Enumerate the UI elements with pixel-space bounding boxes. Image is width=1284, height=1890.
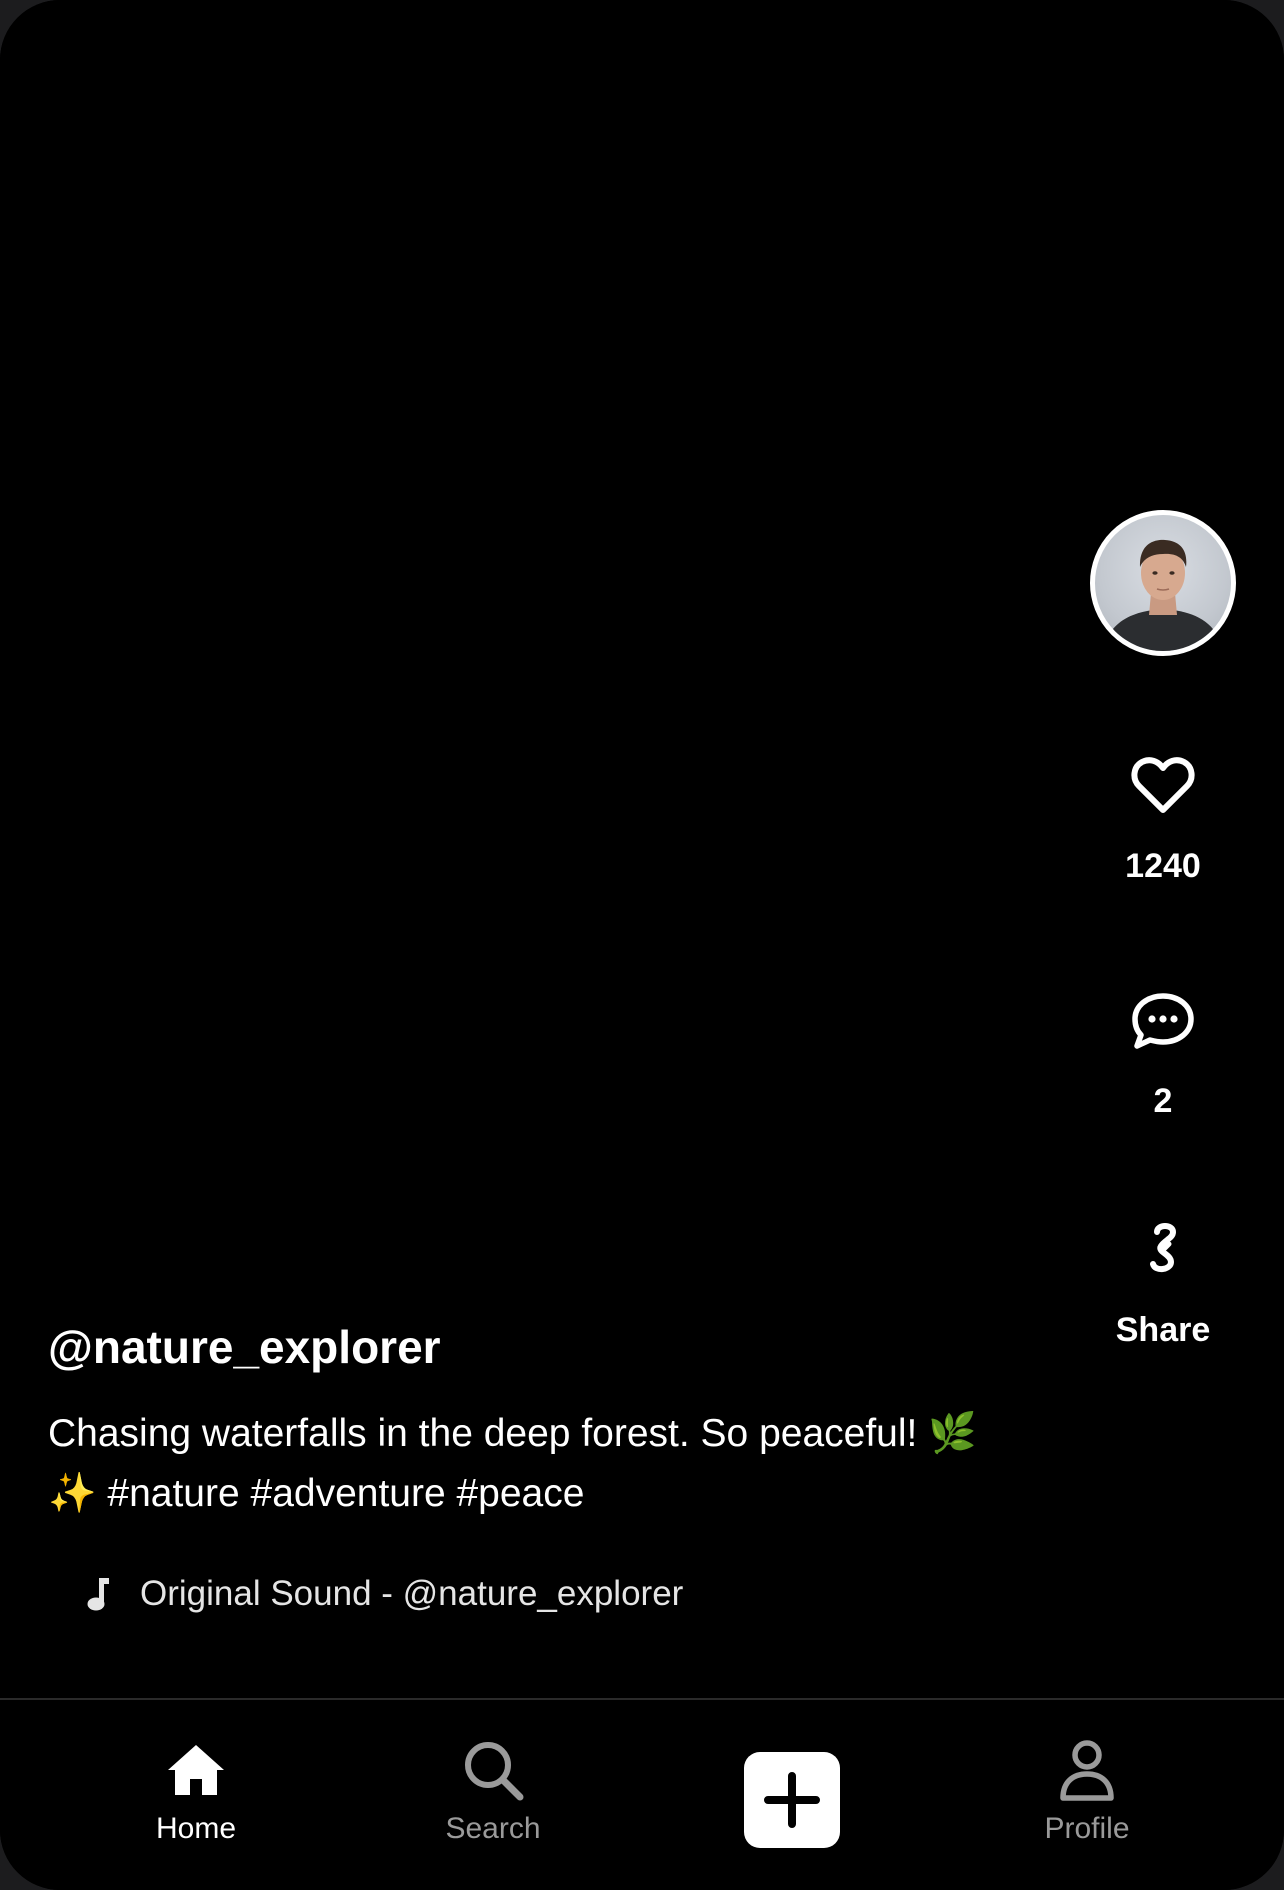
nav-profile-label: Profile	[1044, 1812, 1130, 1845]
music-note-icon	[76, 1576, 120, 1612]
nav-home-label: Home	[155, 1812, 237, 1845]
user-icon	[1055, 1738, 1119, 1802]
share-button[interactable]: Share	[1115, 1215, 1211, 1350]
like-count: 1240	[1125, 847, 1201, 885]
post-description: Chasing waterfalls in the deep forest. S…	[48, 1412, 977, 1515]
share-label: Share	[1115, 1311, 1211, 1349]
comment-icon	[1128, 986, 1198, 1056]
heart-icon	[1128, 751, 1198, 821]
bottom-navigation: Home Search Profile	[0, 1698, 1284, 1890]
app-screen: 1240 2 Share @nature_explorer Chasing wa…	[0, 0, 1284, 1890]
nav-home[interactable]: Home	[96, 1738, 296, 1846]
home-icon	[164, 1738, 228, 1802]
search-icon	[461, 1738, 525, 1802]
sound-label: Original Sound - @nature_explorer	[140, 1574, 684, 1613]
sound-info[interactable]: Original Sound - @nature_explorer	[48, 1574, 1008, 1614]
avatar-image	[1103, 539, 1223, 651]
nav-search-label: Search	[445, 1812, 541, 1845]
like-button[interactable]: 1240	[1125, 751, 1201, 886]
share-link-icon	[1128, 1215, 1198, 1285]
comment-count: 2	[1153, 1082, 1173, 1120]
post-caption: @nature_explorer Chasing waterfalls in t…	[48, 1316, 1008, 1614]
nav-search[interactable]: Search	[393, 1738, 593, 1846]
plus-icon	[764, 1772, 820, 1828]
nav-profile[interactable]: Profile	[987, 1738, 1187, 1846]
action-rail: 1240 2 Share	[1090, 510, 1236, 1350]
creator-avatar[interactable]	[1090, 510, 1236, 656]
creator-username[interactable]: @nature_explorer	[48, 1316, 1008, 1378]
comment-button[interactable]: 2	[1128, 986, 1198, 1121]
create-button[interactable]	[744, 1752, 840, 1848]
